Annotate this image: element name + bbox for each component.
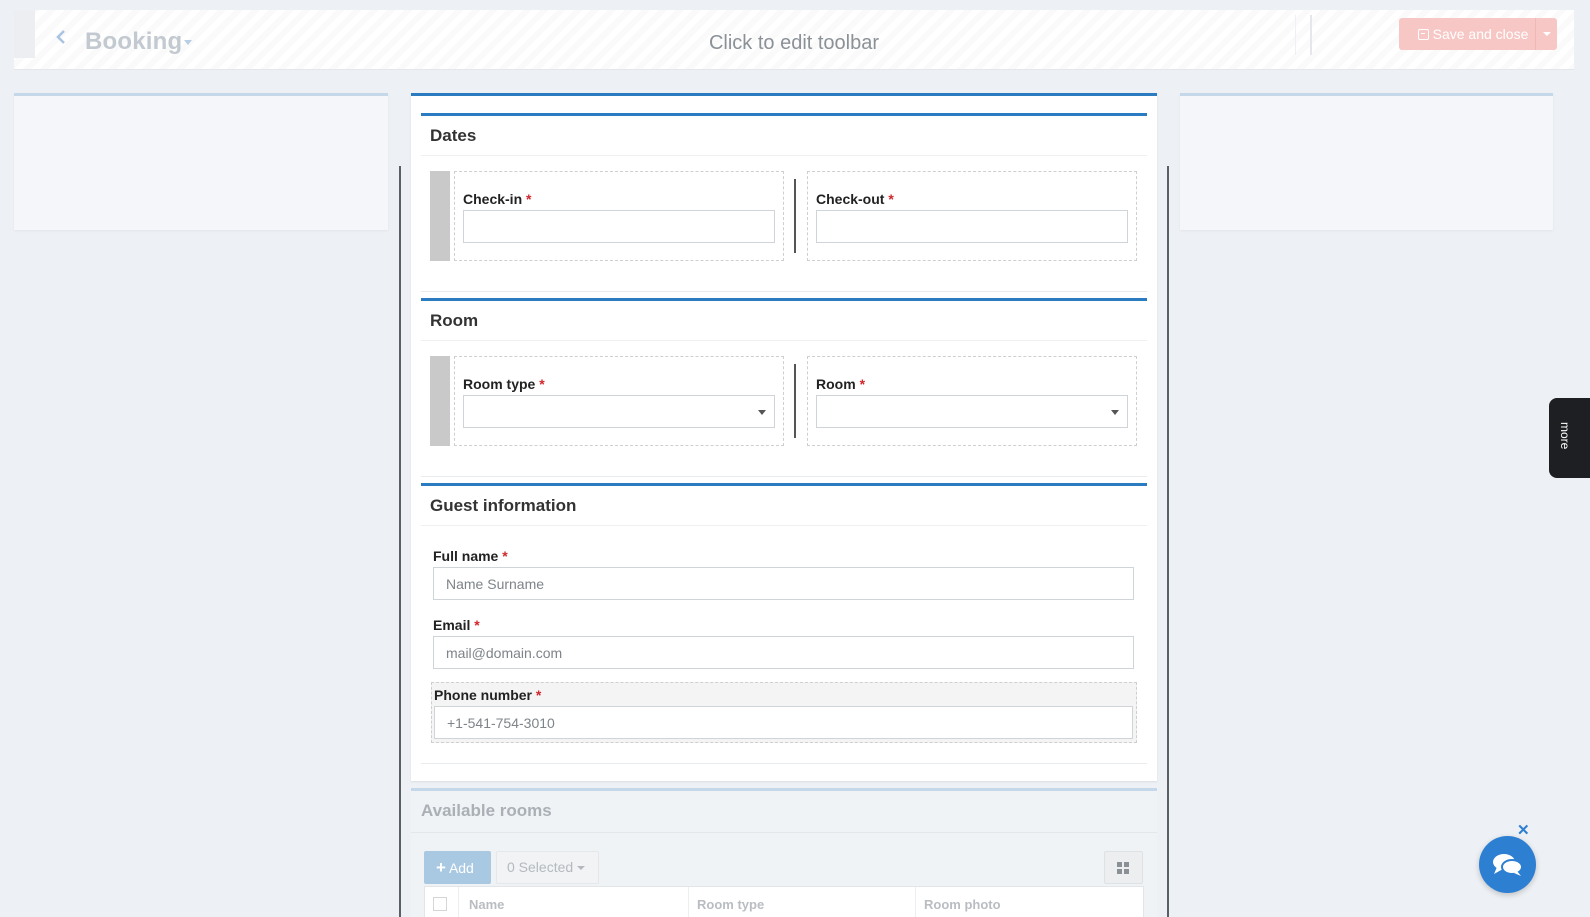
chevron-down-icon: [758, 410, 766, 415]
chat-button[interactable]: [1479, 836, 1536, 893]
top-toolbar: Booking Click to edit toolbar Save and c…: [14, 10, 1574, 70]
floppy-disk-icon: [1417, 29, 1429, 40]
section-divider: [411, 832, 1157, 833]
required-marker: *: [535, 687, 542, 703]
checkin-column: Check-in *: [454, 171, 784, 261]
column-divider: [458, 887, 459, 917]
section-divider: [421, 291, 1147, 292]
right-panel: [1180, 93, 1553, 230]
checkin-label: Check-in: [463, 191, 523, 207]
phone-number-label: Phone number: [434, 687, 533, 703]
room-section: Room Room type * Room *: [421, 298, 1147, 478]
section-divider: [421, 476, 1147, 477]
grid-icon-cell: [1117, 869, 1122, 874]
section-title: Guest information: [421, 486, 1147, 526]
required-marker: *: [888, 191, 894, 207]
save-options-dropdown[interactable]: [1535, 18, 1557, 50]
rooms-table-header: Name Room type Room photo: [424, 886, 1144, 917]
column-header-room-type[interactable]: Room type: [697, 897, 764, 912]
add-label: Add: [448, 860, 474, 876]
section-title: Available rooms: [421, 801, 552, 820]
chevron-down-icon: [577, 866, 586, 870]
column-header-name[interactable]: Name: [469, 897, 504, 912]
grid-icon-cell: [1124, 869, 1129, 874]
column-divider: [915, 887, 916, 917]
grid-view-button[interactable]: [1104, 851, 1143, 884]
toolbar-divider: [1310, 15, 1312, 55]
required-marker: *: [526, 191, 532, 207]
save-and-close-label: Save and close: [1432, 26, 1529, 42]
more-tab-label: more: [1558, 422, 1572, 450]
column-header-room-photo[interactable]: Room photo: [924, 897, 1001, 912]
select-all-checkbox[interactable]: [433, 897, 447, 911]
email-label: Email: [433, 617, 471, 633]
section-divider: [421, 763, 1147, 764]
edit-toolbar-hint[interactable]: Click to edit toolbar: [14, 32, 1574, 55]
column-separator: [794, 364, 796, 438]
right-guide-line: [1167, 166, 1169, 917]
email-input[interactable]: [433, 636, 1134, 669]
checkout-input[interactable]: [816, 210, 1128, 243]
section-title: Room: [421, 301, 1147, 341]
left-guide-line: [399, 166, 401, 917]
section-title: Dates: [421, 116, 1147, 156]
save-and-close-button[interactable]: Save and close: [1399, 18, 1535, 50]
checkout-label: Check-out: [816, 191, 885, 207]
room-column: Room *: [807, 356, 1137, 446]
grid-icon: [1117, 862, 1122, 867]
required-marker: *: [474, 617, 480, 633]
available-rooms-section: Available rooms + Add 0 Selected Name Roo…: [411, 788, 1157, 917]
left-panel: [14, 93, 388, 230]
required-marker: *: [859, 376, 866, 392]
chevron-down-icon: [1111, 410, 1119, 415]
add-button[interactable]: + Add: [424, 851, 491, 884]
phone-number-field-wrapper: Phone number *: [431, 682, 1137, 743]
required-marker: *: [502, 548, 508, 564]
room-type-column: Room type *: [454, 356, 784, 446]
room-type-label: Room type: [463, 376, 536, 392]
selected-dropdown[interactable]: 0 Selected: [496, 851, 599, 884]
column-separator: [794, 179, 796, 253]
booking-form-card: Dates Check-in * Check-out * Room Room t…: [411, 93, 1157, 781]
room-select[interactable]: [816, 395, 1128, 428]
column-divider: [688, 887, 689, 917]
chat-bubbles-icon: [1493, 854, 1523, 876]
full-name-label: Full name: [433, 548, 499, 564]
row-drag-handle[interactable]: [430, 356, 450, 446]
toolbar-divider: [1295, 15, 1296, 55]
checkin-input[interactable]: [463, 210, 775, 243]
checkout-column: Check-out *: [807, 171, 1137, 261]
more-side-tab[interactable]: more: [1549, 398, 1590, 478]
row-drag-handle[interactable]: [430, 171, 450, 261]
room-type-select[interactable]: [463, 395, 775, 428]
grid-icon-cell: [1124, 862, 1129, 867]
selected-count-label: 0 Selected: [507, 859, 574, 875]
required-marker: *: [539, 376, 545, 392]
dates-section: Dates Check-in * Check-out *: [421, 113, 1147, 293]
room-label: Room: [816, 376, 856, 392]
full-name-input[interactable]: [433, 567, 1134, 600]
plus-icon: +: [436, 858, 446, 877]
phone-number-input[interactable]: [434, 706, 1133, 739]
